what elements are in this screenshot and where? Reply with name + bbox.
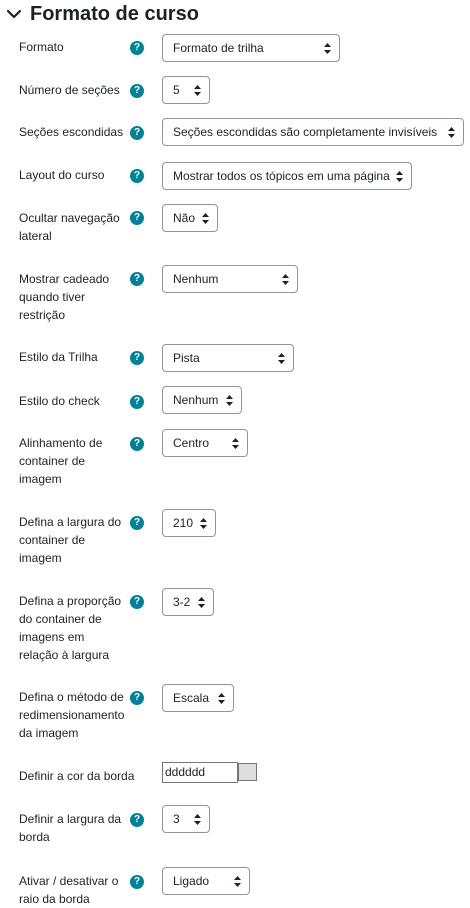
help-icon[interactable]: ? <box>130 813 144 827</box>
help-icon[interactable]: ? <box>130 211 144 225</box>
field-row-estilo-check: Estilo do check ? Nenhum <box>0 386 470 414</box>
formato-select[interactable]: Formato de trilha <box>162 34 340 62</box>
select-value: Centro <box>173 436 210 450</box>
field-row-proporcao-container: Defina a proporção do container de image… <box>0 588 470 664</box>
up-down-arrows-icon <box>448 127 455 138</box>
help-icon[interactable]: ? <box>130 126 144 140</box>
up-down-arrows-icon <box>202 213 209 224</box>
section-header[interactable]: Formato de curso <box>6 2 199 26</box>
select-value: Formato de trilha <box>173 41 264 55</box>
layout-curso-select[interactable]: Mostrar todos os tópicos em uma página <box>162 162 412 190</box>
select-value: 210 <box>173 516 194 530</box>
field-row-ocultar-navegacao: Ocultar navegação lateral ? Não <box>0 204 470 244</box>
mostrar-cadeado-select[interactable]: Nenhum <box>162 265 298 293</box>
field-row-cor-borda: Definir a cor da borda dddddd <box>0 762 470 786</box>
field-label: Número de seções <box>19 83 120 97</box>
select-value: Pista <box>173 351 200 365</box>
chevron-down-icon[interactable] <box>6 6 22 22</box>
field-label: Mostrar cadeado quando tiver restrição <box>19 272 110 322</box>
raio-borda-select[interactable]: Ligado <box>162 867 250 895</box>
field-row-raio-borda: Ativar / desativar o raio da borda ? Lig… <box>0 867 470 907</box>
help-icon[interactable]: ? <box>130 595 144 609</box>
select-value: Ligado <box>173 874 210 888</box>
field-label: Layout do curso <box>19 168 105 182</box>
metodo-redimensionamento-select[interactable]: Escala <box>162 684 234 712</box>
help-icon[interactable]: ? <box>130 169 144 183</box>
up-down-arrows-icon <box>200 518 207 529</box>
field-label: Formato <box>19 40 64 54</box>
numero-secoes-select[interactable]: 5 <box>162 76 210 104</box>
ocultar-navegacao-select[interactable]: Não <box>162 204 218 232</box>
section-title: Formato de curso <box>30 3 199 25</box>
field-row-numero-secoes: Número de seções ? 5 <box>0 76 470 104</box>
help-icon[interactable]: ? <box>130 437 144 451</box>
field-row-layout-curso: Layout do curso ? Mostrar todos os tópic… <box>0 162 470 190</box>
up-down-arrows-icon <box>226 395 233 406</box>
select-value: Nenhum <box>173 272 219 286</box>
field-row-alinhamento-container: Alinhamento de container de imagem ? Cen… <box>0 429 470 487</box>
up-down-arrows-icon <box>194 814 201 825</box>
help-icon[interactable]: ? <box>130 84 144 98</box>
up-down-arrows-icon <box>232 438 239 449</box>
field-row-secoes-escondidas: Seções escondidas ? Seções escondidas sã… <box>0 118 470 146</box>
select-value: Nenhum <box>173 393 219 407</box>
help-icon[interactable]: ? <box>130 395 144 409</box>
help-icon[interactable]: ? <box>130 516 144 530</box>
field-label: Ocultar navegação lateral <box>19 211 120 243</box>
field-label: Defina a largura do container de imagem <box>19 515 122 565</box>
field-label: Definir a cor da borda <box>19 769 135 783</box>
secoes-escondidas-select[interactable]: Seções escondidas são completamente invi… <box>162 118 464 146</box>
field-label: Defina a proporção do container de image… <box>19 594 122 662</box>
help-icon[interactable]: ? <box>130 691 144 705</box>
largura-borda-select[interactable]: 3 <box>162 805 210 833</box>
up-down-arrows-icon <box>324 43 331 54</box>
field-row-estilo-trilha: Estilo da Trilha ? Pista <box>0 344 470 372</box>
help-icon[interactable]: ? <box>130 272 144 286</box>
field-label: Estilo do check <box>19 394 100 408</box>
up-down-arrows-icon <box>198 597 205 608</box>
field-label: Defina o método de redimensionamento da … <box>19 690 125 740</box>
select-value: Mostrar todos os tópicos em uma página <box>173 169 390 183</box>
help-icon[interactable]: ? <box>130 41 144 55</box>
up-down-arrows-icon <box>282 274 289 285</box>
color-swatch[interactable] <box>238 763 257 781</box>
help-icon[interactable]: ? <box>130 351 144 365</box>
up-down-arrows-icon <box>234 876 241 887</box>
field-row-metodo-redimensionamento: Defina o método de redimensionamento da … <box>0 684 470 742</box>
field-label: Definir a largura da borda <box>19 812 122 844</box>
select-value: Seções escondidas são completamente invi… <box>173 125 438 139</box>
proporcao-container-select[interactable]: 3-2 <box>162 588 214 616</box>
field-row-largura-borda: Definir a largura da borda ? 3 <box>0 805 470 845</box>
select-value: 3-2 <box>173 595 191 609</box>
up-down-arrows-icon <box>278 353 285 364</box>
field-row-mostrar-cadeado: Mostrar cadeado quando tiver restrição ?… <box>0 265 470 323</box>
estilo-check-select[interactable]: Nenhum <box>162 386 242 414</box>
up-down-arrows-icon <box>194 85 201 96</box>
border-color-input[interactable]: dddddd <box>162 762 238 783</box>
select-value: Escala <box>173 691 210 705</box>
alinhamento-container-select[interactable]: Centro <box>162 429 248 457</box>
help-icon[interactable]: ? <box>130 875 144 889</box>
field-label: Ativar / desativar o raio da borda <box>19 874 119 906</box>
field-label: Estilo da Trilha <box>19 350 98 364</box>
select-value: 5 <box>173 83 180 97</box>
estilo-trilha-select[interactable]: Pista <box>162 344 294 372</box>
field-row-largura-container: Defina a largura do container de imagem … <box>0 509 470 567</box>
up-down-arrows-icon <box>396 171 403 182</box>
select-value: Não <box>173 211 196 225</box>
field-label: Alinhamento de container de imagem <box>19 436 103 486</box>
largura-container-select[interactable]: 210 <box>162 509 216 537</box>
field-row-formato: Formato ? Formato de trilha <box>0 34 470 62</box>
select-value: 3 <box>173 812 180 826</box>
up-down-arrows-icon <box>218 693 225 704</box>
